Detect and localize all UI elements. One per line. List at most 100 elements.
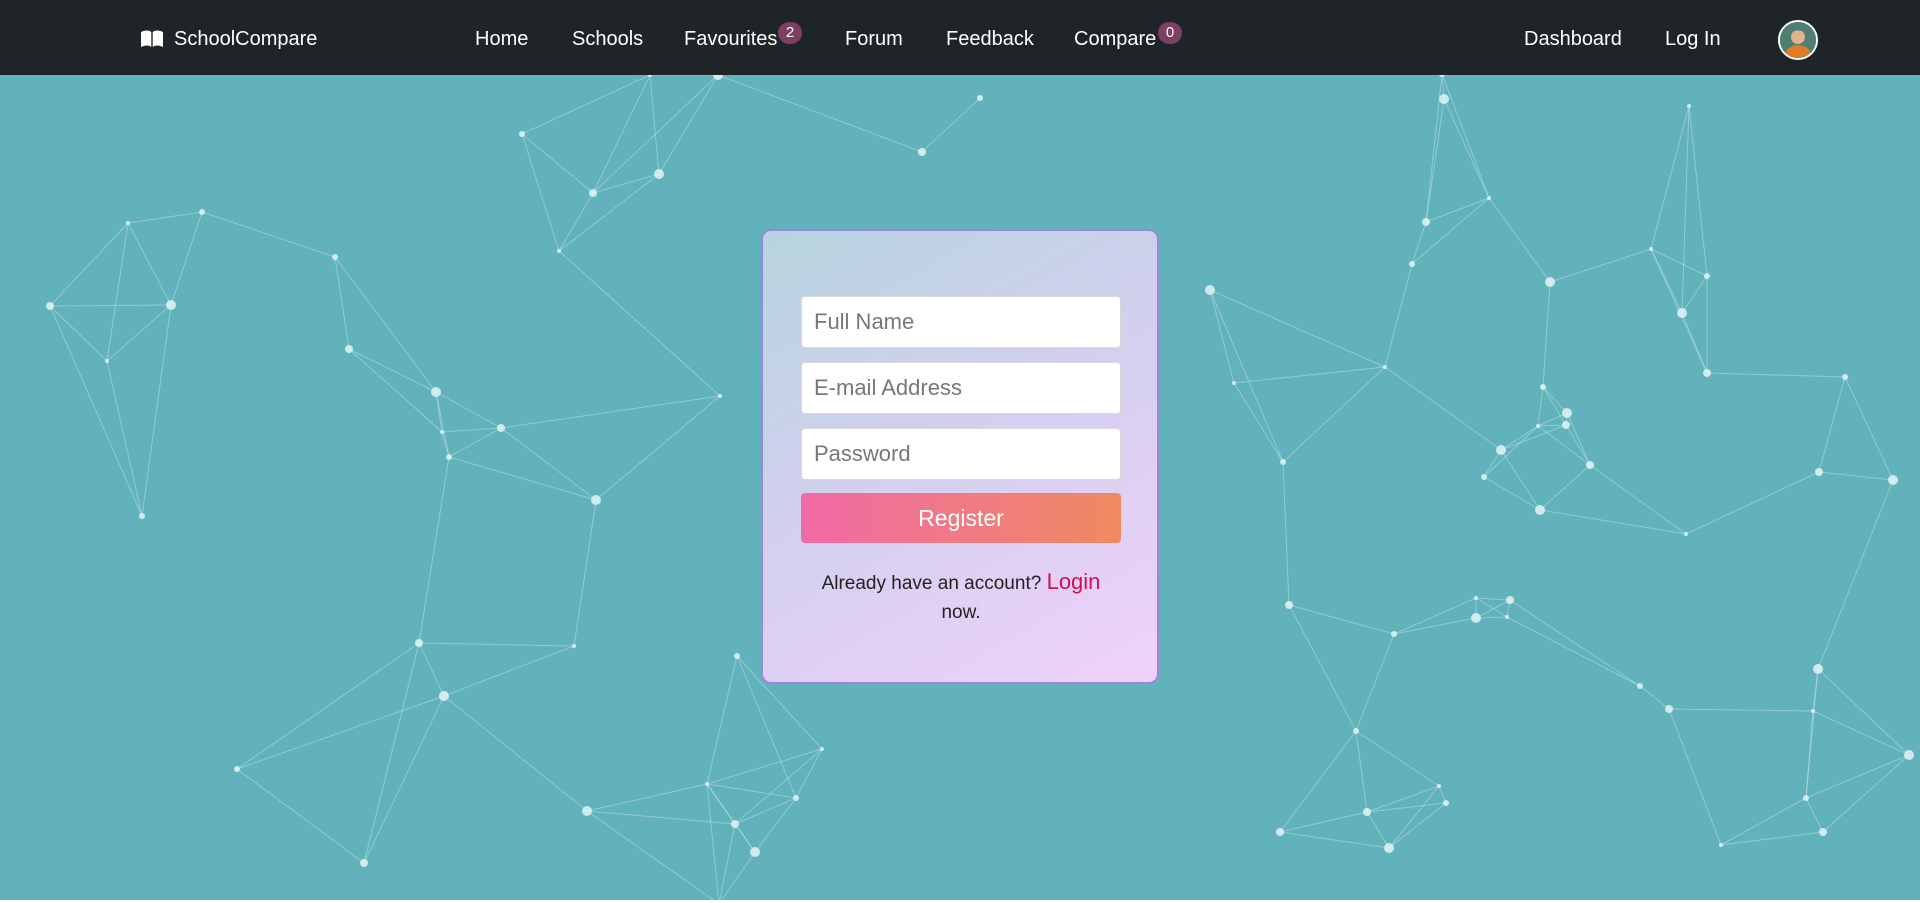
particle-link: [1589, 464, 1687, 535]
particle-link: [1209, 289, 1284, 463]
particle-link: [1475, 597, 1508, 618]
brand-link[interactable]: SchoolCompare: [140, 26, 317, 52]
particle-link: [1411, 197, 1490, 265]
register-button[interactable]: Register: [801, 493, 1121, 543]
particle-link: [363, 695, 445, 864]
brand-name: SchoolCompare: [174, 27, 318, 50]
particle-link: [1817, 479, 1894, 670]
particle-link: [1393, 617, 1477, 635]
particle-node: [1383, 365, 1387, 369]
nav-link-schools[interactable]: Schools: [572, 26, 643, 52]
particle-link: [435, 391, 450, 458]
particle-link: [1443, 98, 1490, 199]
particle-node: [1819, 828, 1827, 836]
full-name-input[interactable]: [801, 296, 1121, 348]
nav-link-login[interactable]: Log In: [1665, 26, 1721, 52]
particle-node: [1703, 369, 1711, 377]
open-book-icon: [140, 30, 164, 48]
particle-link: [1209, 289, 1235, 384]
particle-link: [558, 192, 594, 252]
particle-node: [1637, 683, 1643, 689]
particle-link: [1282, 366, 1386, 463]
particle-link: [127, 222, 172, 306]
particle-link: [1209, 289, 1386, 368]
particle-node: [105, 359, 109, 363]
nav-link-forum[interactable]: Forum: [845, 26, 903, 52]
login-link[interactable]: Login: [1047, 569, 1101, 594]
particle-link: [448, 456, 597, 501]
particle-node: [332, 254, 338, 260]
particle-link: [1681, 105, 1690, 314]
particle-link: [706, 655, 738, 785]
login-prompt-suffix: now.: [941, 602, 981, 623]
particle-link: [1441, 75, 1490, 199]
register-form: Register Already have an account? Login …: [761, 229, 1159, 684]
particle-link: [1388, 802, 1447, 849]
particle-link: [334, 256, 350, 350]
particle-link: [1537, 386, 1544, 427]
particle-link: [1488, 197, 1551, 283]
particle-node: [654, 169, 664, 179]
particle-node: [731, 820, 739, 828]
particle-link: [586, 810, 715, 900]
particle-link: [443, 695, 588, 812]
nav-link-compare[interactable]: Compare: [1074, 26, 1156, 52]
particle-link: [435, 391, 502, 429]
particle-link: [1818, 471, 1894, 481]
particle-node: [1677, 308, 1687, 318]
compare-count-badge: 0: [1158, 22, 1182, 44]
login-prompt-text: Already have an account?: [821, 573, 1042, 594]
particle-link: [1688, 105, 1708, 277]
particle-link: [1812, 710, 1910, 756]
user-avatar[interactable]: [1778, 20, 1818, 60]
particle-link: [1542, 386, 1568, 414]
particle-link: [1805, 797, 1824, 833]
particle-node: [1904, 750, 1914, 760]
particle-link: [49, 304, 172, 307]
particle-node: [1285, 601, 1293, 609]
particle-link: [1475, 597, 1511, 601]
particle-node: [591, 495, 601, 505]
particle-link: [754, 797, 797, 853]
particle-link: [1483, 476, 1541, 511]
particle-node: [648, 75, 652, 77]
favourites-count-badge: 2: [778, 22, 802, 44]
particle-node: [1811, 709, 1815, 713]
password-input[interactable]: [801, 428, 1121, 480]
particle-node: [1803, 795, 1809, 801]
particle-link: [1805, 754, 1910, 799]
particle-node: [1353, 728, 1359, 734]
particle-node: [1562, 408, 1572, 418]
particle-node: [1684, 532, 1688, 536]
particle-node: [1437, 784, 1441, 788]
particle-link: [1720, 831, 1824, 846]
particle-link: [418, 642, 445, 697]
particle-link: [1509, 599, 1641, 687]
particle-link: [592, 75, 651, 194]
nav-link-feedback[interactable]: Feedback: [946, 26, 1034, 52]
particle-link: [441, 431, 450, 458]
email-input[interactable]: [801, 362, 1121, 414]
particle-link: [1233, 382, 1284, 463]
particle-link: [586, 783, 708, 812]
particle-link: [141, 304, 172, 517]
particle-link: [1393, 597, 1477, 635]
nav-link-dashboard[interactable]: Dashboard: [1524, 26, 1622, 52]
particle-link: [1483, 425, 1539, 478]
particle-link: [558, 250, 721, 397]
particle-node: [439, 691, 449, 701]
particle-node: [1363, 808, 1371, 816]
particle-link: [1355, 730, 1368, 813]
particle-node: [1665, 705, 1673, 713]
particle-node: [1439, 94, 1449, 104]
particle-node: [977, 95, 983, 101]
particle-link: [1384, 366, 1502, 451]
particle-link: [521, 133, 594, 194]
particle-link: [201, 211, 336, 258]
nav-link-favourites[interactable]: Favourites: [684, 26, 777, 52]
nav-link-home[interactable]: Home: [475, 26, 528, 52]
particle-node: [734, 653, 740, 659]
particle-node: [415, 639, 423, 647]
particle-link: [1425, 197, 1490, 223]
particle-node: [1505, 615, 1509, 619]
